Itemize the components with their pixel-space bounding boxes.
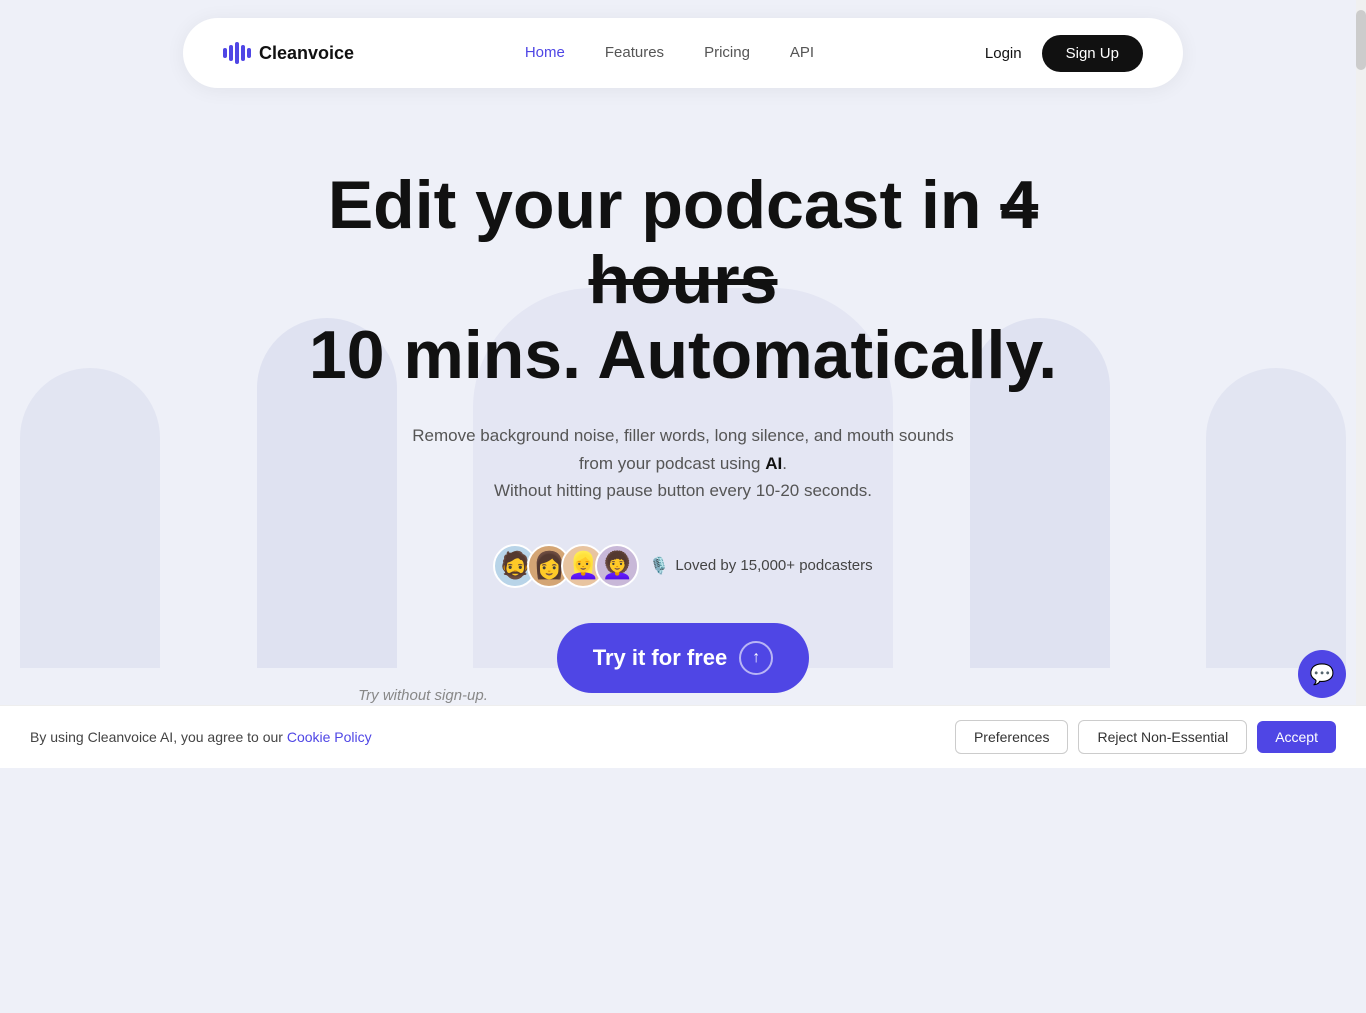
cookie-buttons: Preferences Reject Non-Essential Accept <box>955 720 1336 754</box>
avatars-row: 🧔 👩 👱‍♀️ 👩‍🦱 🎙️ Loved by 15,000+ podcast… <box>20 544 1346 588</box>
arrow-up-icon: ↑ <box>739 641 773 675</box>
preferences-button[interactable]: Preferences <box>955 720 1068 754</box>
signup-button[interactable]: Sign Up <box>1042 35 1143 72</box>
strikethrough-text: 4 hours <box>589 167 1039 318</box>
logo-text: Cleanvoice <box>259 43 354 64</box>
cookie-banner: By using Cleanvoice AI, you agree to our… <box>0 705 1366 768</box>
logo[interactable]: Cleanvoice <box>223 42 354 64</box>
nav-api[interactable]: API <box>790 44 814 61</box>
hero-subtitle: Remove background noise, filler words, l… <box>403 422 963 504</box>
nav-features[interactable]: Features <box>605 44 664 61</box>
chat-icon: 💬 <box>1310 662 1335 687</box>
avatar-4: 👩‍🦱 <box>595 544 639 588</box>
nav-right: Login Sign Up <box>985 35 1143 72</box>
hero-title-line2: 10 mins. Automatically. <box>309 317 1057 393</box>
logo-icon <box>223 42 251 64</box>
nav-pricing[interactable]: Pricing <box>704 44 750 61</box>
navbar: Cleanvoice Home Features Pricing API Log… <box>183 18 1183 88</box>
nav-links: Home Features Pricing API <box>525 44 814 62</box>
hero-title: Edit your podcast in 4 hours 10 mins. Au… <box>283 168 1083 392</box>
try-free-button[interactable]: Try it for free ↑ <box>557 623 809 693</box>
scrollbar[interactable] <box>1356 0 1366 768</box>
reject-button[interactable]: Reject Non-Essential <box>1078 720 1247 754</box>
nav-home[interactable]: Home <box>525 44 565 61</box>
cookie-policy-link[interactable]: Cookie Policy <box>287 729 372 745</box>
scrollbar-thumb[interactable] <box>1356 10 1366 70</box>
cookie-text: By using Cleanvoice AI, you agree to our… <box>30 729 372 745</box>
loved-text: 🎙️ Loved by 15,000+ podcasters <box>649 556 872 576</box>
login-button[interactable]: Login <box>985 45 1022 62</box>
chat-widget[interactable]: 💬 <box>1298 650 1346 698</box>
try-free-label: Try it for free <box>593 645 727 671</box>
avatar-stack: 🧔 👩 👱‍♀️ 👩‍🦱 <box>493 544 639 588</box>
accept-button[interactable]: Accept <box>1257 721 1336 753</box>
